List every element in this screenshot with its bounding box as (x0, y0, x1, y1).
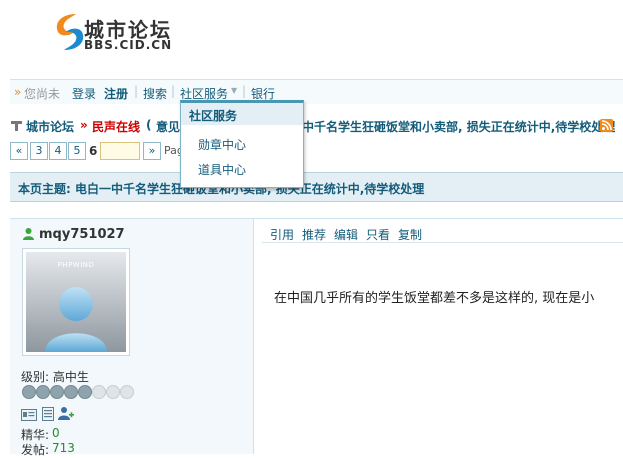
level-star-icon (64, 385, 78, 399)
post-actions-bar: 引用 推荐 编辑 只看 复制 (262, 224, 623, 243)
pagination-prev-button[interactable]: « (10, 142, 28, 160)
user-level: 级别: 高中生 (21, 370, 89, 384)
profile-card-icon[interactable] (21, 408, 37, 424)
pagination-current-page: 6 (89, 144, 98, 158)
breadcrumb-board-link[interactable]: 民声在线 (92, 118, 140, 135)
breadcrumb-bracket: ( (146, 118, 152, 132)
rss-icon[interactable] (600, 119, 613, 135)
dropdown-item-props-center[interactable]: 道具中心 (198, 161, 246, 178)
nav-guest-text: 您尚未 (24, 87, 61, 101)
add-friend-icon[interactable] (58, 406, 74, 424)
pagination-next-button[interactable]: » (143, 142, 161, 160)
recommend-link[interactable]: 推荐 (302, 226, 326, 243)
breadcrumb-forum-link[interactable]: 城市论坛 (26, 118, 74, 135)
topic-title-bar: 本页主题: 电白一中千名学生狂砸饭堂和小卖部, 损失正在统计中,待学校处理 (10, 172, 623, 202)
breadcrumb: 城市论坛 » 民声在线 ( 意见 中千名学生狂砸饭堂和小卖部, 损失正在统计中,… (10, 118, 623, 134)
avatar[interactable]: PHPWIND (22, 248, 130, 356)
posts-label: 发帖: (21, 443, 50, 457)
level-star-empty-icon (106, 385, 120, 399)
logo-english: BBS.CID.CN (84, 38, 173, 52)
only-view-link[interactable]: 只看 (366, 226, 390, 243)
pagination-page-4[interactable]: 4 (49, 142, 67, 160)
nav-register-link[interactable]: 注册 (104, 85, 128, 102)
nav-divider: | (242, 84, 247, 98)
chevron-down-icon: ▼ (231, 86, 238, 95)
pagination-goto-input[interactable] (100, 142, 140, 160)
level-star-empty-icon (120, 385, 134, 399)
nav-search-link[interactable]: 搜索 (143, 85, 167, 102)
edit-link[interactable]: 编辑 (334, 226, 358, 243)
community-dropdown-menu: 社区服务 勋章中心 道具中心 (180, 100, 304, 188)
nav-divider: | (171, 84, 176, 98)
copy-link[interactable]: 复制 (398, 226, 422, 243)
level-star-icon (78, 385, 92, 399)
level-star-icon (36, 385, 50, 399)
nav-prefix: » (14, 85, 22, 99)
document-icon[interactable] (42, 407, 54, 424)
site-logo[interactable]: 城市论坛 BBS.CID.CN (50, 10, 190, 55)
level-star-icon (22, 385, 36, 399)
dropdown-title: 社区服务 (189, 109, 238, 123)
pagination-page-3[interactable]: 3 (30, 142, 48, 160)
breadcrumb-title: 中千名学生狂砸饭堂和小卖部, 损失正在统计中,待学校处理 (302, 120, 616, 134)
level-star-empty-icon (92, 385, 106, 399)
dropdown-item-medal-center[interactable]: 勋章中心 (198, 136, 246, 153)
breadcrumb-separator: » (80, 118, 88, 132)
quote-link[interactable]: 引用 (270, 226, 294, 243)
nav-login-link[interactable]: 登录 (72, 85, 96, 102)
board-icon (10, 119, 23, 135)
pagination-page-5[interactable]: 5 (68, 142, 86, 160)
top-nav-bar: » 您尚未 登录 注册 | 搜索 | 社区服务 ▼ | 银行 (10, 79, 623, 104)
level-star-icon (50, 385, 64, 399)
post-content: 在中国几乎所有的学生饭堂都差不多是这样的, 现在是小 (274, 291, 595, 305)
nav-divider: | (134, 84, 139, 98)
user-icon (22, 227, 35, 243)
author-name-link[interactable]: mqy751027 (39, 227, 125, 242)
breadcrumb-title-prefix: 意见 (156, 120, 181, 134)
avatar-watermark: PHPWIND (57, 261, 95, 269)
essence-value: 0 (52, 426, 60, 440)
dropdown-header: 社区服务 (181, 103, 303, 125)
